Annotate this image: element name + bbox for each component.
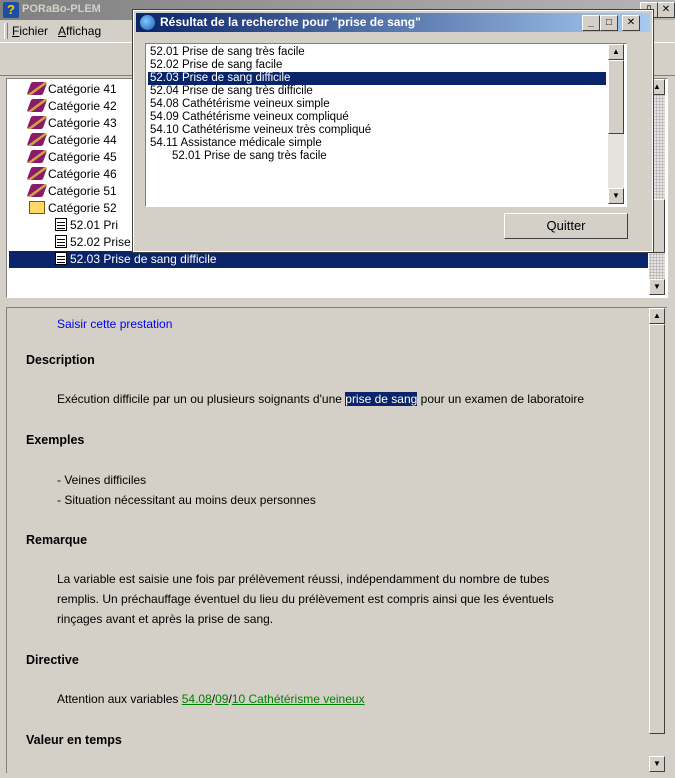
- remark-line: La variable est saisie une fois par prél…: [57, 572, 550, 586]
- menu-grip: [4, 23, 8, 39]
- search-highlight: prise de sang: [345, 392, 418, 406]
- scroll-thumb[interactable]: [608, 60, 624, 134]
- directive-heading: Directive: [26, 653, 79, 667]
- result-item[interactable]: 54.08 Cathétérisme veineux simple: [150, 98, 330, 111]
- detail-panel: Saisir cette prestation Description Exéc…: [6, 307, 667, 773]
- scroll-down-button[interactable]: ▼: [649, 756, 665, 772]
- menu-fichier[interactable]: Fichier: [12, 24, 48, 38]
- category-icon: [26, 99, 48, 112]
- result-item[interactable]: 52.02 Prise de sang facile: [150, 59, 282, 72]
- dialog-title-bar[interactable]: Résultat de la recherche pour "prise de …: [136, 13, 650, 32]
- globe-icon: [140, 15, 155, 30]
- category-icon: [26, 167, 48, 180]
- tree-item[interactable]: Catégorie 44: [26, 132, 117, 149]
- description-heading: Description: [26, 353, 95, 367]
- menu-affichage[interactable]: Affichag: [58, 24, 101, 38]
- tree-item[interactable]: Catégorie 41: [26, 81, 117, 98]
- tree-item[interactable]: Catégorie 51: [26, 183, 117, 200]
- result-item[interactable]: 54.10 Cathétérisme veineux très compliqu…: [150, 124, 371, 137]
- document-icon: [55, 218, 67, 231]
- category-icon: [26, 184, 48, 197]
- directive-link-09[interactable]: 09: [215, 692, 228, 706]
- main-close-button[interactable]: ✕: [657, 2, 675, 18]
- category-icon: [26, 116, 48, 129]
- document-icon: [55, 235, 67, 248]
- result-list[interactable]: 52.01 Prise de sang très facile 52.02 Pr…: [145, 43, 627, 207]
- result-item[interactable]: 54.11 Assistance médicale simple: [150, 137, 322, 150]
- result-item[interactable]: 52.01 Prise de sang très facile: [150, 46, 305, 59]
- result-item-selected[interactable]: 52.03 Prise de sang difficile: [148, 72, 606, 85]
- dialog-title: Résultat de la recherche pour "prise de …: [160, 15, 421, 29]
- app-icon: ?: [3, 2, 19, 18]
- tree-item-selected[interactable]: 52.03 Prise de sang difficile: [9, 251, 648, 268]
- panel-splitter[interactable]: [0, 298, 675, 306]
- directive-link-5408[interactable]: 54.08: [182, 692, 212, 706]
- result-item[interactable]: 52.04 Prise de sang très difficile: [150, 85, 313, 98]
- category-icon: [26, 150, 48, 163]
- document-icon: [55, 252, 67, 265]
- maximize-button[interactable]: □: [600, 15, 618, 31]
- example-item: - Situation nécessitant au moins deux pe…: [57, 493, 316, 507]
- main-window-title: PORaBo-PLEM: [22, 3, 101, 15]
- scroll-up-button[interactable]: ▲: [608, 44, 624, 60]
- scroll-down-button[interactable]: ▼: [649, 279, 665, 295]
- category-icon: [26, 82, 48, 95]
- description-text: Exécution difficile par un ou plusieurs …: [57, 392, 585, 406]
- tree-item[interactable]: Catégorie 52: [29, 200, 117, 217]
- tree-item[interactable]: Catégorie 43: [26, 115, 117, 132]
- result-item[interactable]: 54.09 Cathétérisme veineux compliqué: [150, 111, 349, 124]
- enter-service-link[interactable]: Saisir cette prestation: [57, 317, 172, 331]
- detail-scrollbar[interactable]: ▲ ▼: [649, 308, 665, 773]
- scroll-thumb[interactable]: [649, 324, 665, 734]
- tree-item[interactable]: Catégorie 42: [26, 98, 117, 115]
- tree-item[interactable]: Catégorie 46: [26, 166, 117, 183]
- tree-item[interactable]: 52.01 Pri: [55, 217, 118, 234]
- directive-text: Attention aux variables 54.08/09/10 Cath…: [57, 692, 365, 706]
- remark-line: remplis. Un préchauffage éventuel du lie…: [57, 592, 554, 606]
- directive-link-10[interactable]: 10 Cathétérisme veineux: [232, 692, 365, 706]
- quit-button[interactable]: Quitter: [504, 213, 628, 239]
- remark-heading: Remarque: [26, 533, 88, 547]
- remark-line: rinçages avant et après la prise de sang…: [57, 612, 274, 626]
- open-book-icon: [29, 201, 45, 214]
- close-button[interactable]: ✕: [622, 15, 640, 31]
- search-result-dialog: Résultat de la recherche pour "prise de …: [132, 9, 654, 253]
- examples-heading: Exemples: [26, 433, 85, 447]
- category-icon: [26, 133, 48, 146]
- example-item: - Veines difficiles: [57, 473, 147, 487]
- scroll-up-button[interactable]: ▲: [649, 308, 665, 324]
- time-value-heading: Valeur en temps: [26, 733, 122, 747]
- tree-item[interactable]: Catégorie 45: [26, 149, 117, 166]
- result-item[interactable]: 52.01 Prise de sang très facile: [172, 150, 327, 163]
- minimize-button[interactable]: _: [582, 15, 600, 31]
- result-list-scrollbar[interactable]: ▲ ▼: [608, 44, 624, 204]
- scroll-down-button[interactable]: ▼: [608, 188, 624, 204]
